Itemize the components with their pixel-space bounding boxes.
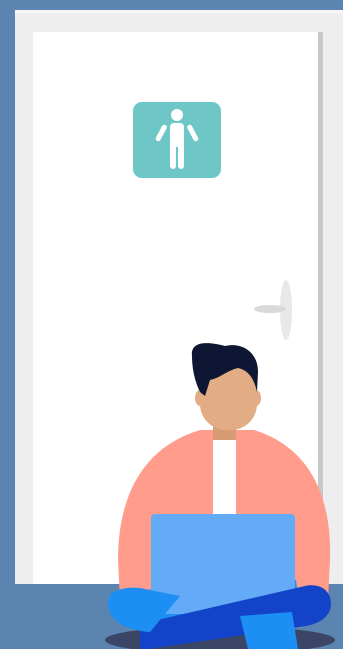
restroom-illustration [0, 0, 343, 649]
shirt [213, 438, 236, 518]
restroom-sign [133, 102, 221, 178]
illustration-canvas [0, 0, 343, 649]
leg-right-lower [240, 612, 298, 649]
